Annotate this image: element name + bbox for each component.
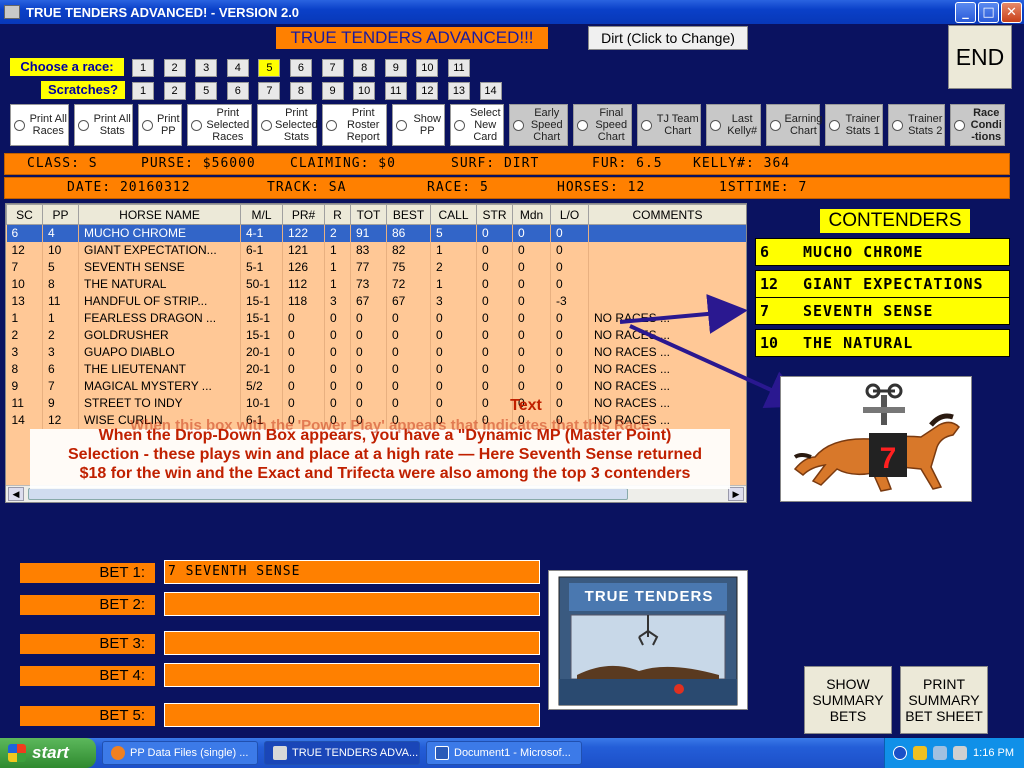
start-label: start [32,743,69,762]
app-window-icon [273,746,287,760]
bet-5-field[interactable] [164,703,540,727]
bet-3-field[interactable] [164,631,540,655]
start-button[interactable]: start [0,738,96,768]
shield-icon[interactable] [913,746,928,760]
arrow-to-contender-icon [619,294,748,334]
taskbar-item-pp-data[interactable]: PP Data Files (single) ... [102,741,258,765]
taskbar-item-label: Document1 - Microsof... [454,747,571,759]
taskbar-item-true-tenders[interactable]: TRUE TENDERS ADVA... [264,741,420,765]
bet-4-label: BET 4: [20,666,155,686]
bet-1-label: BET 1: [20,563,155,583]
horse-number-badge: 7 [879,442,897,475]
show-summary-bets-button[interactable]: SHOW SUMMARY BETS [804,666,892,734]
back-arrow-icon[interactable] [893,746,908,760]
windows-logo-icon [8,744,26,762]
bet-2-label: BET 2: [20,595,155,615]
bet-3-label: BET 3: [20,634,155,654]
clock: 1:16 PM [973,747,1014,759]
word-icon [435,746,449,760]
windows-taskbar: start PP Data Files (single) ... TRUE TE… [0,738,1024,768]
arrow-to-horse-icon [629,324,808,409]
claw-machine-image: TRUE TENDERS [548,570,748,710]
print-summary-bet-sheet-button[interactable]: PRINT SUMMARY BET SHEET [900,666,988,734]
system-tray: 1:16 PM [884,738,1024,768]
claw-machine-logo: TRUE TENDERS [584,588,714,605]
taskbar-item-label: TRUE TENDERS ADVA... [292,747,419,759]
firefox-icon [111,746,125,760]
bet-5-label: BET 5: [20,706,155,726]
bet-4-field[interactable] [164,663,540,687]
taskbar-item-document1[interactable]: Document1 - Microsof... [426,741,582,765]
speaker-icon[interactable] [953,746,968,760]
bet-2-field[interactable] [164,592,540,616]
taskbar-item-label: PP Data Files (single) ... [130,747,249,759]
selected-horse-image: 7 [780,376,972,502]
bet-1-field[interactable]: 7 SEVENTH SENSE [164,560,540,584]
network-icon[interactable] [933,746,948,760]
